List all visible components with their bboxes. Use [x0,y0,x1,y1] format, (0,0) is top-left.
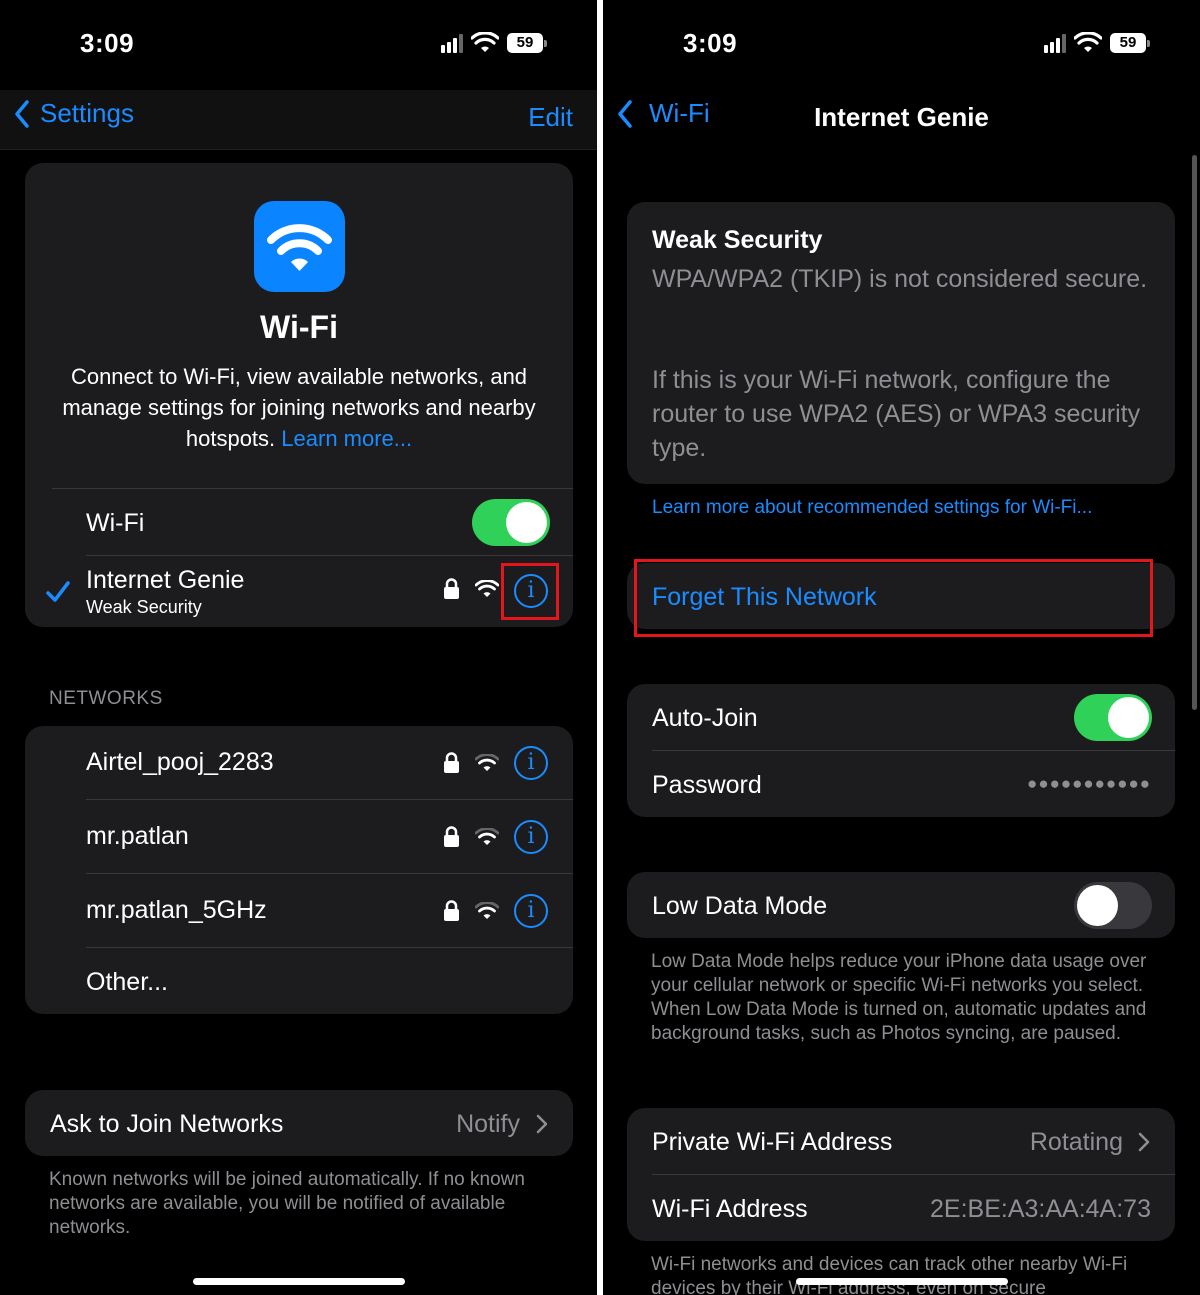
status-time: 3:09 [683,28,738,58]
auto-join-toggle[interactable] [1074,694,1152,741]
private-address-label: Private Wi-Fi Address [652,1128,893,1156]
chevron-left-icon [618,99,632,128]
scroll-indicator[interactable] [1192,155,1197,710]
status-time: 3:09 [80,28,135,58]
battery-icon: 59 [1110,33,1150,53]
cellular-signal-icon [1044,33,1066,53]
back-label: Wi-Fi [649,98,710,128]
lock-icon [444,752,459,773]
ask-to-join-label: Ask to Join Networks [50,1110,284,1138]
ask-to-join-value: Notify [456,1110,520,1138]
other-network-row[interactable]: Other... [25,948,573,1014]
lock-icon [444,826,459,847]
other-label: Other... [86,968,168,996]
status-bar: 3:09 59 [603,0,1200,90]
weak-security-line2: If this is your Wi-Fi network, configure… [652,366,1141,462]
wifi-toggle-label: Wi-Fi [86,509,145,537]
highlight-box [634,559,1153,637]
nav-bar: Internet Genie Wi-Fi [603,90,1200,150]
wifi-signal-icon [475,580,499,597]
wifi-toggle-row: Wi-Fi [25,489,573,555]
network-name: mr.patlan [86,822,189,850]
battery-level: 59 [1110,33,1146,53]
wifi-status-icon [471,32,499,52]
connected-network-row[interactable]: Internet Genie Weak Security i [25,556,573,627]
learn-more-link[interactable]: Learn more about recommended settings fo… [652,497,1092,519]
info-button[interactable]: i [514,820,548,854]
network-row[interactable]: mr.patlan i [25,800,573,873]
password-label: Password [652,771,762,799]
ask-to-join-row[interactable]: Ask to Join Networks Notify [25,1090,573,1156]
network-row[interactable]: mr.patlan_5GHz i [25,874,573,947]
low-data-label: Low Data Mode [652,892,828,920]
network-name: Airtel_pooj_2283 [86,748,274,776]
private-address-row[interactable]: Private Wi-Fi Address Rotating [627,1108,1175,1174]
networks-list: Airtel_pooj_2283 i mr.patlan i mr.patlan… [25,726,573,1014]
wifi-title: Wi-Fi [260,309,338,345]
password-value: ●●●●●●●●●●● [1027,774,1151,793]
low-data-toggle[interactable] [1074,882,1152,929]
wifi-address-label: Wi-Fi Address [652,1195,808,1223]
learn-more-link[interactable]: Learn more... [281,426,412,451]
auto-join-label: Auto-Join [652,704,758,732]
wifi-signal-icon [475,902,499,919]
auto-join-row: Auto-Join [627,684,1175,750]
back-button[interactable]: Settings [14,98,134,129]
wifi-app-icon [254,201,345,292]
status-icons: 59 [1044,32,1150,54]
weak-security-line1: WPA/WPA2 (TKIP) is not considered secure… [652,265,1148,293]
wifi-signal-icon [475,754,499,771]
checkmark-icon [46,581,70,602]
address-card: Private Wi-Fi Address Rotating Wi-Fi Add… [627,1108,1175,1241]
wifi-toggle[interactable] [472,499,550,546]
battery-level: 59 [507,33,543,53]
connected-network-name: Internet Genie [86,566,245,594]
wifi-address-value: 2E:BE:A3:AA:4A:73 [930,1195,1151,1223]
info-button[interactable]: i [514,894,548,928]
wifi-signal-icon [475,828,499,845]
wifi-settings-screen: 3:09 59 Settings Edit Wi-Fi Connect to W… [0,0,597,1295]
networks-header: NETWORKS [49,688,163,709]
info-button[interactable]: i [514,746,548,780]
auto-join-card: Auto-Join Password ●●●●●●●●●●● [627,684,1175,817]
nav-bar: Settings Edit [0,90,597,150]
chevron-right-icon [536,1114,548,1134]
private-address-value: Rotating [1029,1128,1123,1156]
highlight-box [501,563,559,620]
lock-icon [444,578,459,599]
network-row[interactable]: Airtel_pooj_2283 i [25,726,573,799]
password-row[interactable]: Password ●●●●●●●●●●● [627,751,1175,817]
edit-button[interactable]: Edit [528,102,573,133]
back-button[interactable]: Wi-Fi [617,98,710,129]
cellular-signal-icon [441,33,463,53]
network-detail-screen: 3:09 59 Internet Genie Wi-Fi Weak Securi… [603,0,1200,1295]
wifi-header-card: Wi-Fi Connect to Wi-Fi, view available n… [25,163,573,627]
low-data-footnote: Low Data Mode helps reduce your iPhone d… [651,951,1147,1044]
connected-network-security: Weak Security [86,597,202,617]
status-icons: 59 [441,32,547,54]
back-label: Settings [40,98,134,128]
chevron-left-icon [15,99,29,128]
network-name: mr.patlan_5GHz [86,896,267,924]
home-indicator[interactable] [193,1278,405,1285]
wifi-description: Connect to Wi-Fi, view available network… [45,361,553,454]
low-data-row: Low Data Mode [627,872,1175,938]
wifi-status-icon [1074,32,1102,52]
battery-icon: 59 [507,33,547,53]
address-footnote: Wi-Fi networks and devices can track oth… [651,1254,1128,1295]
home-indicator[interactable] [796,1278,1008,1285]
lock-icon [444,900,459,921]
chevron-right-icon [1138,1132,1150,1152]
wifi-address-row: Wi-Fi Address 2E:BE:A3:AA:4A:73 [627,1175,1175,1241]
ask-to-join-footnote: Known networks will be joined automatica… [49,1169,525,1238]
weak-security-title: Weak Security [652,226,823,254]
status-bar: 3:09 59 [0,0,597,90]
weak-security-card: Weak Security WPA/WPA2 (TKIP) is not con… [627,202,1175,484]
